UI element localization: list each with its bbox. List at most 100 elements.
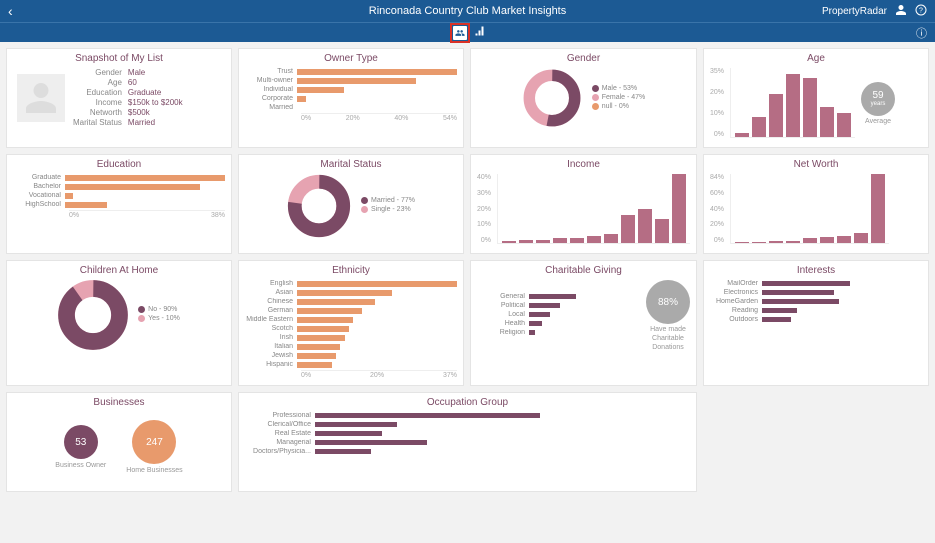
page-title: Rinconada Country Club Market Insights <box>369 5 566 17</box>
bar <box>735 242 749 243</box>
bar <box>621 215 635 243</box>
legend-item: Yes - 10% <box>138 315 180 322</box>
bar <box>638 209 652 244</box>
bar <box>803 238 817 243</box>
bar <box>871 174 885 243</box>
info-icon[interactable]: ⓘ <box>916 25 927 41</box>
bar <box>786 74 800 137</box>
bar-row: Real Estate <box>245 430 690 437</box>
bar-row: Middle Eastern <box>245 316 457 323</box>
income-title: Income <box>477 159 690 170</box>
card-income: Income 40% 30% 20% 10% 0% <box>470 154 697 254</box>
age-title: Age <box>710 53 922 64</box>
networth-title: Net Worth <box>710 159 922 170</box>
businesses-content: 53 Business Owner 247 Home Businesses <box>13 412 225 474</box>
brand-label: PropertyRadar <box>822 6 887 17</box>
ethnicity-title: Ethnicity <box>245 265 457 276</box>
user-icon[interactable] <box>895 4 907 19</box>
bar-row: English <box>245 280 457 287</box>
snapshot-title: Snapshot of My List <box>13 53 225 64</box>
occupation-title: Occupation Group <box>245 397 690 408</box>
bar-row: Outdoors <box>710 316 922 323</box>
bar-row: Electronics <box>710 289 922 296</box>
bar-row: Italian <box>245 343 457 350</box>
chart-tab[interactable] <box>474 25 486 40</box>
people-tab-highlight <box>450 23 470 43</box>
bar-row: Political <box>477 302 634 309</box>
marital-title: Marital Status <box>245 159 457 170</box>
bar-row: Hispanic <box>245 361 457 368</box>
gender-legend: Male - 53%Female - 47%null - 0% <box>592 85 646 112</box>
card-interests: Interests MailOrderElectronicsHomeGarden… <box>703 260 929 386</box>
bar <box>837 113 851 137</box>
bar-row: Irish <box>245 334 457 341</box>
charity-chart: GeneralPoliticalLocalHealthReligion <box>477 293 634 338</box>
charity-badge: 88% Have made Charitable Donations <box>646 280 690 351</box>
card-networth: Net Worth 84% 60% 40% 20% 0% <box>703 154 929 254</box>
legend-item: Male - 53% <box>592 85 646 92</box>
bar-row: Doctors/Physicia... <box>245 448 690 455</box>
bar <box>735 133 749 137</box>
bar-row: Professional <box>245 412 690 419</box>
bar-row: Jewish <box>245 352 457 359</box>
income-yaxis: 40% 30% 20% 10% 0% <box>477 174 491 244</box>
bar <box>672 174 686 243</box>
bar-row: Individual <box>245 86 457 93</box>
card-owner-type: Owner Type TrustMulti-ownerIndividualCor… <box>238 48 464 148</box>
bar <box>820 107 834 137</box>
age-chart <box>730 68 855 138</box>
back-button[interactable]: ‹ <box>8 3 13 19</box>
card-children: Children At Home No - 90% Yes - 10% <box>6 260 232 386</box>
card-age: Age 35% 20% 10% 0% 59 years Average <box>703 48 929 148</box>
occupation-chart: ProfessionalClerical/OfficeReal EstateMa… <box>245 412 690 455</box>
legend-item: Single - 23% <box>361 206 415 213</box>
bar-row: Local <box>477 311 634 318</box>
card-snapshot: Snapshot of My List GenderMale Age60 Edu… <box>6 48 232 148</box>
networth-yaxis: 84% 60% 40% 20% 0% <box>710 174 724 244</box>
bar <box>655 219 669 243</box>
chart-icon <box>474 25 486 37</box>
bar-row: Trust <box>245 68 457 75</box>
bar <box>587 236 601 243</box>
charity-title: Charitable Giving <box>477 265 690 276</box>
card-ethnicity: Ethnicity EnglishAsianChineseGermanMiddl… <box>238 260 464 386</box>
income-chart <box>497 174 690 244</box>
owner-type-title: Owner Type <box>245 53 457 64</box>
children-donut <box>58 280 128 350</box>
education-title: Education <box>13 159 225 170</box>
bar <box>752 242 766 243</box>
help-icon[interactable]: ? <box>915 4 927 19</box>
card-occupation: Occupation Group Professional Clerical/Of… <box>238 392 697 492</box>
legend-item: Married - 77% <box>361 197 415 204</box>
bar <box>803 78 817 137</box>
marital-legend: Married - 77% Single - 23% <box>361 197 415 215</box>
bar-row: German <box>245 307 457 314</box>
topbar-right: PropertyRadar ? <box>822 4 927 19</box>
bar-row: Married <box>245 104 457 111</box>
ethnicity-chart: EnglishAsianChineseGermanMiddle EasternS… <box>245 280 457 379</box>
card-gender: Gender Male - 53%Female - 47%null - 0% <box>470 48 697 148</box>
bar-row: Bachelor <box>13 183 225 190</box>
businesses-title: Businesses <box>13 397 225 408</box>
bar-row: Multi-owner <box>245 77 457 84</box>
home-businesses-stat: 247 Home Businesses <box>126 420 182 474</box>
bar-row: Graduate <box>13 174 225 181</box>
bar <box>553 238 567 243</box>
children-legend: No - 90% Yes - 10% <box>138 306 180 324</box>
bar <box>786 241 800 243</box>
children-title: Children At Home <box>13 265 225 276</box>
bar <box>604 234 618 243</box>
gender-title: Gender <box>477 53 690 64</box>
gender-donut <box>522 68 582 128</box>
people-tab[interactable] <box>453 26 467 40</box>
bar-row: Clerical/Office <box>245 421 690 428</box>
bar-row: MailOrder <box>710 280 922 287</box>
legend-item: Female - 47% <box>592 94 646 101</box>
card-marital: Marital Status Married - 77% Single - 23% <box>238 154 464 254</box>
legend-item: No - 90% <box>138 306 180 313</box>
bar-row: HomeGarden <box>710 298 922 305</box>
bar <box>854 233 868 243</box>
bar <box>536 240 550 243</box>
bar <box>570 238 584 243</box>
bar <box>752 117 766 137</box>
